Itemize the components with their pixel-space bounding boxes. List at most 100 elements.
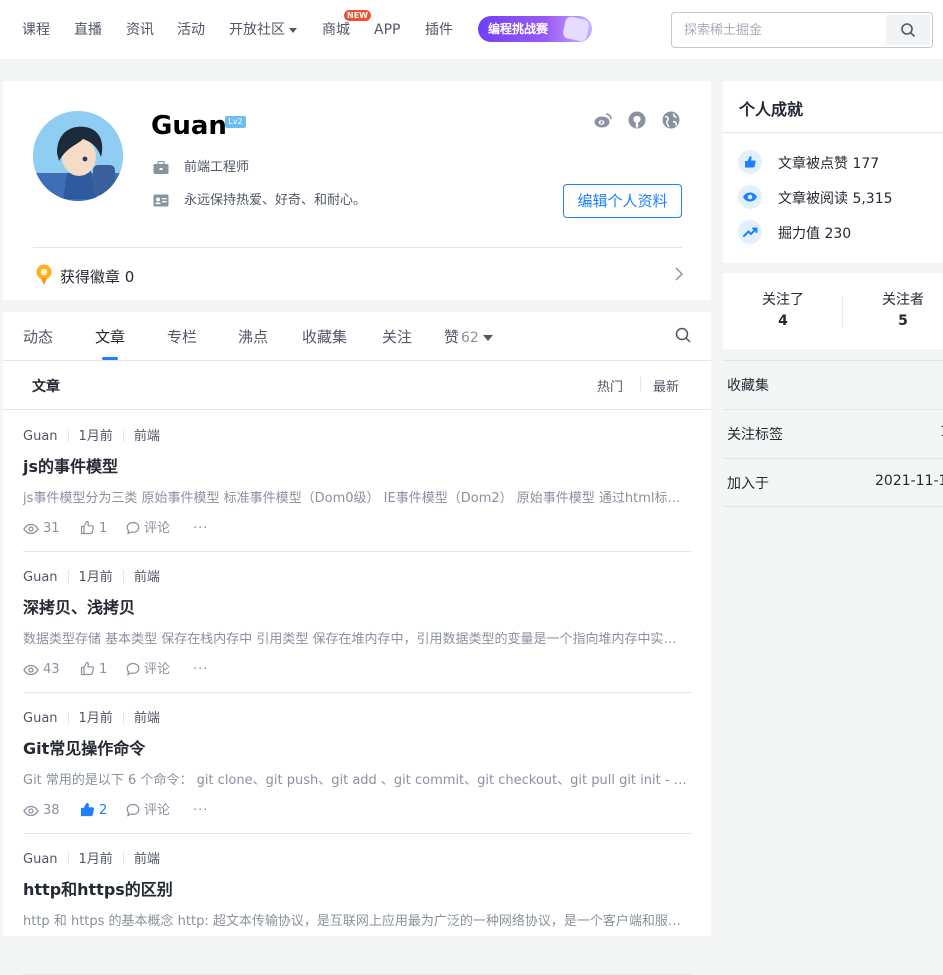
sort-new-button[interactable]: 最新: [653, 376, 679, 395]
job-title-text: 前端工程师: [184, 160, 250, 175]
nav-item-news[interactable]: 资讯: [126, 20, 154, 40]
tab-activity[interactable]: 动态: [23, 327, 53, 347]
nav-item-plugins[interactable]: 插件: [425, 20, 453, 40]
article-abstract[interactable]: 数据类型存储 基本类型 保存在栈内存中 引用类型 保存在堆内存中，引用数据类型的…: [23, 630, 688, 650]
tab-columns[interactable]: 专栏: [167, 327, 197, 347]
article-item[interactable]: Guan 1月前 前端 http和https的区别 http 和 https 的基本概念…: [23, 834, 692, 975]
more-options-icon[interactable]: ···: [193, 802, 208, 820]
article-time: 1月前: [78, 429, 113, 444]
article-author[interactable]: Guan: [23, 429, 58, 444]
article-item[interactable]: Guan 1月前 前端 Git常见操作命令 Git 常用的是以下 6 个命令： git …: [23, 693, 692, 834]
globe-icon[interactable]: [662, 111, 680, 129]
article-title[interactable]: Git常见操作命令: [23, 737, 145, 761]
search-box: [671, 12, 933, 48]
briefcase-icon: [153, 161, 169, 174]
article-abstract[interactable]: Git 常用的是以下 6 个命令： git clone、git push、git…: [23, 771, 688, 791]
article-abstract[interactable]: http 和 https 的基本概念 http: 超文本传输协议，是互联网上应用…: [23, 912, 688, 932]
nav-item-live[interactable]: 直播: [74, 20, 102, 40]
article-title[interactable]: http和https的区别: [23, 878, 173, 902]
article-author[interactable]: Guan: [23, 570, 58, 585]
thumbs-up-icon: [80, 520, 94, 535]
article-time: 1月前: [78, 711, 113, 726]
article-item[interactable]: Guan 1月前 前端 js的事件模型 js事件模型分为三类 原始事件模型 标准事件模型…: [23, 411, 692, 552]
nav-item-app[interactable]: APP: [374, 20, 400, 40]
row-value: 2021-11-1: [875, 473, 943, 489]
user-name: Guan: [151, 111, 227, 141]
article-author[interactable]: Guan: [23, 711, 58, 726]
divider: [67, 429, 69, 442]
comment-button[interactable]: 评论: [126, 802, 170, 820]
collections-row[interactable]: 收藏集: [723, 360, 943, 409]
article-author[interactable]: Guan: [23, 852, 58, 867]
nav-item-mall[interactable]: 商城: [322, 20, 350, 40]
comment-label: 评论: [144, 521, 171, 536]
search-button[interactable]: [886, 15, 930, 45]
article-tag[interactable]: 前端: [134, 570, 160, 585]
row-key: 加入于: [727, 476, 769, 492]
article-abstract[interactable]: js事件模型分为三类 原始事件模型 标准事件模型（Dom0级） IE事件模型（D…: [23, 489, 688, 509]
more-options-icon[interactable]: ···: [193, 520, 208, 538]
medals-row[interactable]: 获得徽章 0: [33, 264, 683, 286]
profile-meta-list: 收藏集 关注标签 1 加入于 2021-11-1: [723, 360, 943, 507]
following-stat[interactable]: 关注了 4: [723, 289, 843, 329]
tab-likes-count: 62: [461, 330, 479, 346]
divider: [122, 429, 124, 442]
article-title[interactable]: 深拷贝、浅拷贝: [23, 596, 135, 620]
sort-hot-button[interactable]: 热门: [597, 376, 623, 395]
job-title: 前端工程师: [153, 159, 249, 177]
promo-banner[interactable]: 编程挑战赛: [478, 16, 592, 42]
trend-up-icon: [738, 220, 762, 244]
edit-profile-button[interactable]: 编辑个人资料: [563, 184, 682, 218]
article-meta: Guan 1月前 前端: [23, 848, 160, 867]
tab-pins[interactable]: 沸点: [238, 327, 268, 347]
article-item[interactable]: Guan 1月前 前端 深拷贝、浅拷贝 数据类型存储 基本类型 保存在栈内存中 引用类型…: [23, 552, 692, 693]
view-count-value: 38: [43, 803, 60, 818]
followers-count: 5: [898, 313, 908, 329]
comment-label: 评论: [144, 803, 171, 818]
search-input[interactable]: [672, 13, 886, 47]
like-count-value: 1: [99, 521, 108, 536]
comment-button[interactable]: 评论: [126, 661, 170, 679]
like-button[interactable]: 2: [80, 802, 107, 820]
divider: [67, 852, 69, 865]
followers-stat[interactable]: 关注者 5: [843, 289, 943, 329]
like-count-value: 2: [99, 803, 108, 818]
like-count-value: 1: [99, 662, 108, 677]
like-button[interactable]: 1: [80, 661, 107, 679]
row-key: 收藏集: [727, 378, 769, 394]
github-icon[interactable]: [628, 111, 646, 129]
list-title: 文章: [32, 379, 60, 395]
comment-label: 评论: [144, 662, 171, 677]
view-count-value: 43: [43, 662, 60, 677]
article-tag[interactable]: 前端: [134, 852, 160, 867]
view-count: 38: [23, 802, 60, 820]
avatar[interactable]: [33, 111, 123, 201]
article-tag[interactable]: 前端: [134, 429, 160, 444]
weibo-icon[interactable]: [594, 111, 612, 129]
nav-item-courses[interactable]: 课程: [22, 20, 50, 40]
main-content: 动态 文章 专栏 沸点 收藏集 关注 赞 62 文章 热门 最新 Guan 1月前前…: [3, 312, 711, 975]
tab-following[interactable]: 关注: [382, 327, 412, 347]
nav-item-open-community[interactable]: 开放社区: [229, 20, 297, 40]
article-time: 1月前: [78, 852, 113, 867]
new-badge: NEW: [344, 10, 371, 21]
article-tag[interactable]: 前端: [134, 711, 160, 726]
like-button[interactable]: 1: [80, 520, 107, 538]
tab-articles[interactable]: 文章: [95, 327, 125, 347]
tab-collections[interactable]: 收藏集: [302, 327, 347, 347]
tab-likes[interactable]: 赞 62: [444, 327, 493, 348]
comment-icon: [126, 521, 140, 535]
article-title[interactable]: js的事件模型: [23, 455, 118, 479]
nav-item-events[interactable]: 活动: [177, 20, 205, 40]
search-icon[interactable]: [675, 327, 691, 343]
followed-tags-row[interactable]: 关注标签 1: [723, 409, 943, 458]
achievements-card: 个人成就 文章被点赞 177 文章被阅读 5,315 掘力值 230: [723, 81, 943, 263]
comment-button[interactable]: 评论: [126, 520, 170, 538]
bio: 永远保持热爱、好奇、和耐心。: [153, 192, 366, 210]
achievement-reads-text: 文章被阅读 5,315: [778, 191, 893, 207]
level-badge: Lv2: [225, 116, 246, 128]
followers-label: 关注者: [882, 292, 924, 308]
comment-icon: [126, 662, 140, 676]
chevron-right-icon: [675, 267, 683, 281]
more-options-icon[interactable]: ···: [193, 661, 208, 679]
